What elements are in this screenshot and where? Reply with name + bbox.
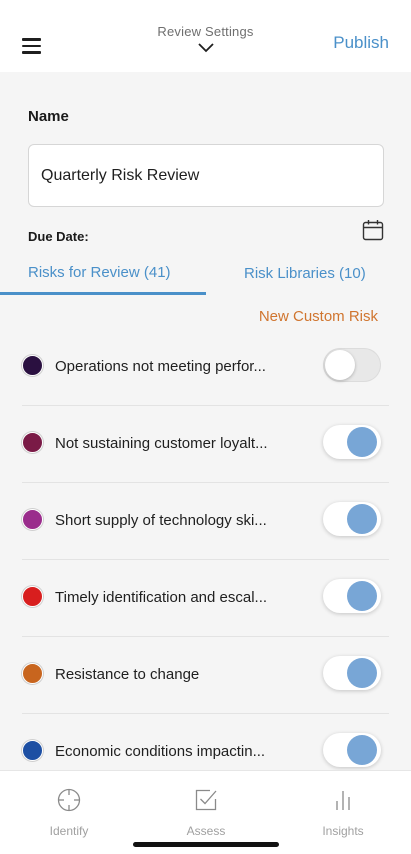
risk-label: Not sustaining customer loyalt... [55,435,268,452]
risk-toggle[interactable] [323,348,381,382]
calendar-icon[interactable] [362,219,384,241]
toggle-knob [347,581,377,611]
risk-label: Resistance to change [55,666,200,683]
chevron-down-icon [197,43,214,53]
nav-label-insights: Insights [322,824,364,838]
review-settings-content: Name Due Date: Risks for Review (41) Ris… [0,72,411,770]
risk-color-dot [22,663,43,684]
risk-toggle[interactable] [323,579,381,613]
nav-label-assess: Assess [186,824,226,838]
menu-icon[interactable] [22,38,41,54]
risk-label: Timely identification and escal... [55,589,268,606]
toggle-knob [325,350,355,380]
risk-label: Economic conditions impactin... [55,743,266,760]
risk-toggle[interactable] [323,425,381,459]
publish-button[interactable]: Publish [333,33,389,53]
risk-row: Economic conditions impactin... [0,714,411,770]
top-bar: Review Settings Publish [0,0,411,72]
risk-row: Timely identification and escal... [0,560,411,637]
toggle-knob [347,735,377,765]
active-tab-indicator [0,292,206,295]
bar-chart-icon [336,791,350,810]
name-label: Name [28,108,69,125]
risk-row: Resistance to change [0,637,411,714]
toggle-knob [347,504,377,534]
risk-list: Operations not meeting perfor... Not sus… [0,329,411,770]
name-input[interactable] [28,144,384,207]
nav-identify[interactable]: Identify [19,787,119,838]
risk-toggle[interactable] [323,502,381,536]
risk-row: Operations not meeting perfor... [0,329,411,406]
risk-color-dot [22,432,43,453]
header-title: Review Settings [157,24,254,39]
risk-row: Not sustaining customer loyalt... [0,406,411,483]
toggle-knob [347,427,377,457]
risk-toggle[interactable] [323,656,381,690]
nav-insights[interactable]: Insights [293,787,393,838]
due-date-label: Due Date: [28,229,89,244]
risk-color-dot [22,355,43,376]
risk-tabs: Risks for Review (41) Risk Libraries (10… [0,252,411,296]
review-settings-dropdown[interactable]: Review Settings [120,24,291,53]
tab-risk-libraries[interactable]: Risk Libraries (10) [244,265,366,282]
tab-risks-for-review[interactable]: Risks for Review (41) [28,264,171,281]
risk-row: Short supply of technology ski... [0,483,411,560]
nav-label-identify: Identify [49,824,89,838]
risk-toggle[interactable] [323,733,381,767]
risk-color-dot [22,509,43,530]
risk-label: Short supply of technology ski... [55,512,267,529]
risk-color-dot [22,586,43,607]
crosshair-icon [57,788,81,812]
checkbox-icon [195,789,217,811]
risk-label: Operations not meeting perfor... [55,358,266,375]
new-custom-risk-button[interactable]: New Custom Risk [259,308,378,325]
risk-color-dot [22,740,43,761]
home-indicator[interactable] [133,842,279,847]
bottom-nav: Identify Assess Insights [0,770,411,854]
nav-assess[interactable]: Assess [156,787,256,838]
toggle-knob [347,658,377,688]
